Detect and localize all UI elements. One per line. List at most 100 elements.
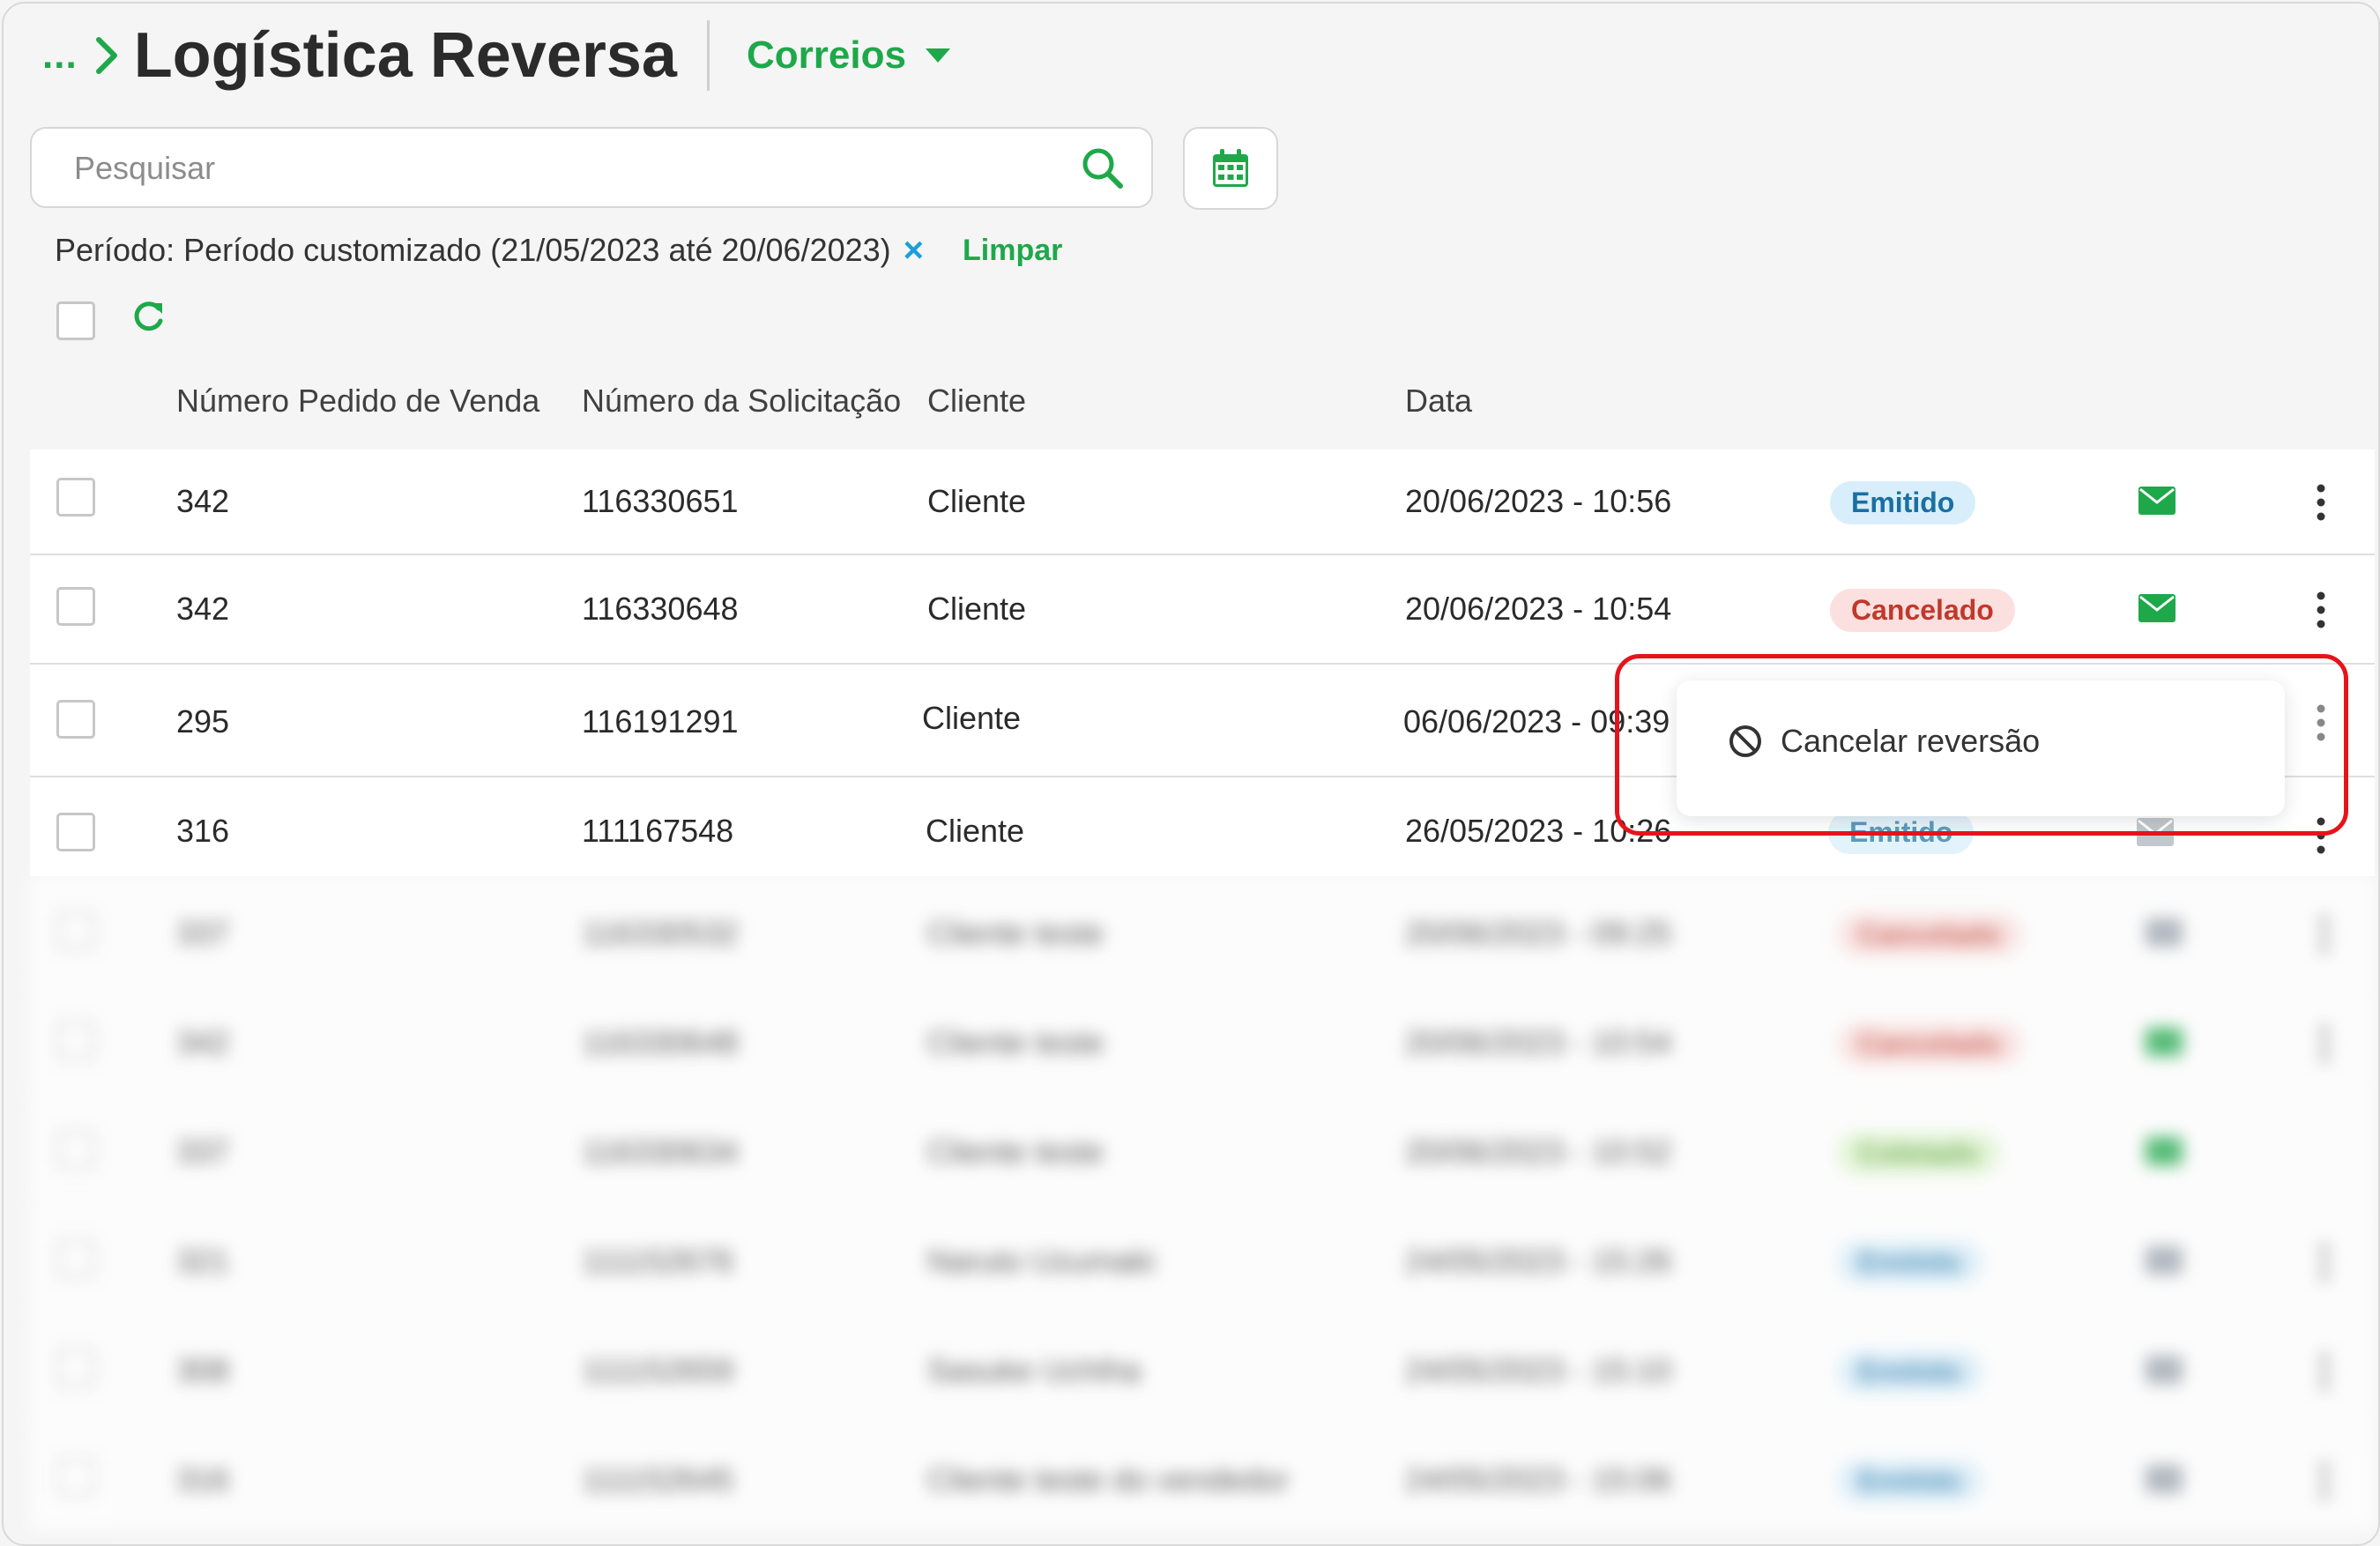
table-row[interactable]: 342 116330648 Cliente teste 20/06/2023 -…	[30, 985, 2375, 1093]
pedido-cell: 321	[176, 1243, 230, 1279]
cliente-cell: Cliente	[927, 591, 1027, 627]
mail-icon[interactable]	[2146, 1465, 2183, 1493]
clear-filters-link[interactable]: Limpar	[963, 234, 1062, 268]
remove-filter-button[interactable]: ×	[904, 231, 924, 271]
data-cell: 24/05/2023 - 15:10	[1405, 1352, 1672, 1388]
data-cell: 20/06/2023 - 10:54	[1405, 591, 1672, 627]
solicitacao-cell: 111152676	[582, 1243, 734, 1279]
search-input[interactable]	[72, 129, 1045, 208]
row-checkbox[interactable]	[56, 813, 95, 851]
more-options-icon[interactable]	[2318, 1460, 2331, 1502]
solicitacao-cell: 116330532	[582, 915, 739, 951]
mail-icon[interactable]	[2146, 1028, 2183, 1056]
cliente-cell: Cliente	[922, 700, 1022, 736]
select-all-checkbox[interactable]	[56, 301, 95, 340]
app-window: ... Logística Reversa Correios Pesquisar…	[2, 2, 2380, 1546]
column-header-cliente: Cliente	[927, 383, 1027, 419]
data-cell: 20/06/2023 - 10:52	[1405, 1133, 1672, 1170]
more-options-icon[interactable]	[2318, 913, 2331, 955]
pedido-cell: 316	[176, 1461, 230, 1498]
row-checkbox[interactable]	[56, 1239, 95, 1278]
table-row[interactable]: 342 116330648 Cliente 20/06/2023 - 10:54…	[30, 555, 2375, 663]
cliente-cell: Sasuke Uchiha	[927, 1352, 1142, 1388]
pedido-cell: 308	[176, 1352, 230, 1388]
pedido-cell: 295	[176, 703, 230, 740]
cliente-cell: Naruto Uzumaki	[927, 1243, 1156, 1279]
pedido-cell: 342	[176, 591, 230, 627]
cliente-cell: Cliente teste do vendedor	[927, 1461, 1290, 1498]
status-badge: Emitido	[1837, 1241, 1983, 1284]
calendar-icon	[1213, 149, 1248, 187]
date-filter-button[interactable]	[1183, 127, 1278, 210]
pedido-cell: 342	[176, 1024, 230, 1060]
carrier-dropdown[interactable]: Correios	[747, 33, 952, 78]
page-title: Logística Reversa	[133, 20, 677, 91]
row-checkbox[interactable]	[56, 700, 95, 739]
mail-icon[interactable]	[2138, 487, 2175, 515]
mail-icon[interactable]	[2146, 918, 2183, 947]
mail-icon[interactable]	[2138, 594, 2175, 622]
column-header-data: Data	[1405, 383, 1473, 419]
breadcrumb-ellipsis[interactable]: ...	[42, 33, 78, 78]
status-badge: Emitido	[1830, 481, 1976, 524]
data-cell: 20/06/2023 - 10:54	[1405, 1024, 1672, 1060]
search-box	[30, 127, 1153, 208]
chevron-right-icon	[95, 37, 117, 74]
solicitacao-cell: 111152645	[582, 1461, 734, 1498]
column-header-pedido: Número Pedido de Venda	[176, 383, 540, 419]
data-cell: 24/05/2023 - 15:26	[1405, 1243, 1672, 1279]
highlight-annotation	[1615, 654, 2348, 836]
table-row[interactable]: 308 111152659 Sasuke Uchiha 24/05/2023 -…	[30, 1313, 2375, 1421]
status-badge: Cancelado	[1830, 589, 2015, 632]
more-options-icon[interactable]	[2315, 589, 2327, 631]
mail-icon[interactable]	[2146, 1356, 2183, 1384]
pedido-cell: 316	[176, 813, 230, 849]
data-cell: 20/06/2023 - 09:25	[1405, 915, 1672, 951]
row-checkbox[interactable]	[56, 911, 95, 950]
carrier-label: Correios	[746, 33, 906, 77]
data-cell: 24/05/2023 - 15:06	[1405, 1461, 1672, 1498]
search-icon[interactable]	[1081, 146, 1125, 190]
data-cell: 20/06/2023 - 10:56	[1405, 483, 1672, 519]
more-options-icon[interactable]	[2315, 481, 2327, 524]
more-options-icon[interactable]	[2318, 1022, 2331, 1065]
more-options-icon[interactable]	[2318, 1350, 2331, 1393]
mail-icon[interactable]	[2146, 1246, 2183, 1275]
caret-down-icon	[925, 48, 950, 63]
row-checkbox[interactable]	[56, 1458, 95, 1497]
row-checkbox[interactable]	[56, 1130, 95, 1169]
page-header: ... Logística Reversa Correios	[42, 16, 952, 95]
pedido-cell: 337	[176, 1133, 230, 1170]
title-divider	[706, 20, 710, 91]
solicitacao-cell: 116191291	[582, 703, 739, 740]
solicitacao-cell: 116330648	[582, 1024, 739, 1060]
solicitacao-cell: 111167548	[582, 813, 734, 849]
cliente-cell: Cliente	[927, 483, 1027, 519]
table-row[interactable]: 342 116330651 Cliente 20/06/2023 - 10:56…	[30, 450, 2375, 554]
table-row[interactable]: 337 116330634 Cliente teste 20/06/2023 -…	[30, 1095, 2375, 1202]
status-badge: Cancelado	[1837, 913, 2022, 956]
more-options-icon[interactable]	[2318, 1241, 2331, 1283]
solicitacao-cell: 116330648	[582, 591, 739, 627]
filter-period-text: Período: Período customizado (21/05/2023…	[55, 232, 891, 268]
status-badge: Emitido	[1837, 1350, 1983, 1394]
pedido-cell: 337	[176, 915, 230, 951]
row-checkbox[interactable]	[56, 1021, 95, 1059]
cliente-cell: Cliente teste	[927, 915, 1104, 951]
table-row[interactable]: 316 111152645 Cliente teste do vendedor …	[30, 1423, 2375, 1530]
solicitacao-cell: 116330634	[582, 1133, 739, 1170]
solicitacao-cell: 116330651	[582, 483, 739, 519]
column-header-solicitacao: Número da Solicitação	[582, 383, 902, 419]
cliente-cell: Cliente teste	[927, 1133, 1104, 1170]
cliente-cell: Cliente teste	[927, 1024, 1104, 1060]
row-checkbox[interactable]	[56, 587, 95, 626]
table-row[interactable]: 321 111152676 Naruto Uzumaki 24/05/2023 …	[30, 1204, 2375, 1312]
active-filter: Período: Período customizado (21/05/2023…	[55, 226, 1062, 275]
row-checkbox[interactable]	[56, 1349, 95, 1387]
row-checkbox[interactable]	[56, 478, 95, 517]
mail-icon[interactable]	[2146, 1137, 2183, 1165]
solicitacao-cell: 111152659	[582, 1352, 734, 1388]
refresh-icon[interactable]	[129, 298, 167, 337]
pedido-cell: 342	[176, 483, 230, 519]
table-row[interactable]: 337 116330532 Cliente teste 20/06/2023 -…	[30, 876, 2375, 984]
